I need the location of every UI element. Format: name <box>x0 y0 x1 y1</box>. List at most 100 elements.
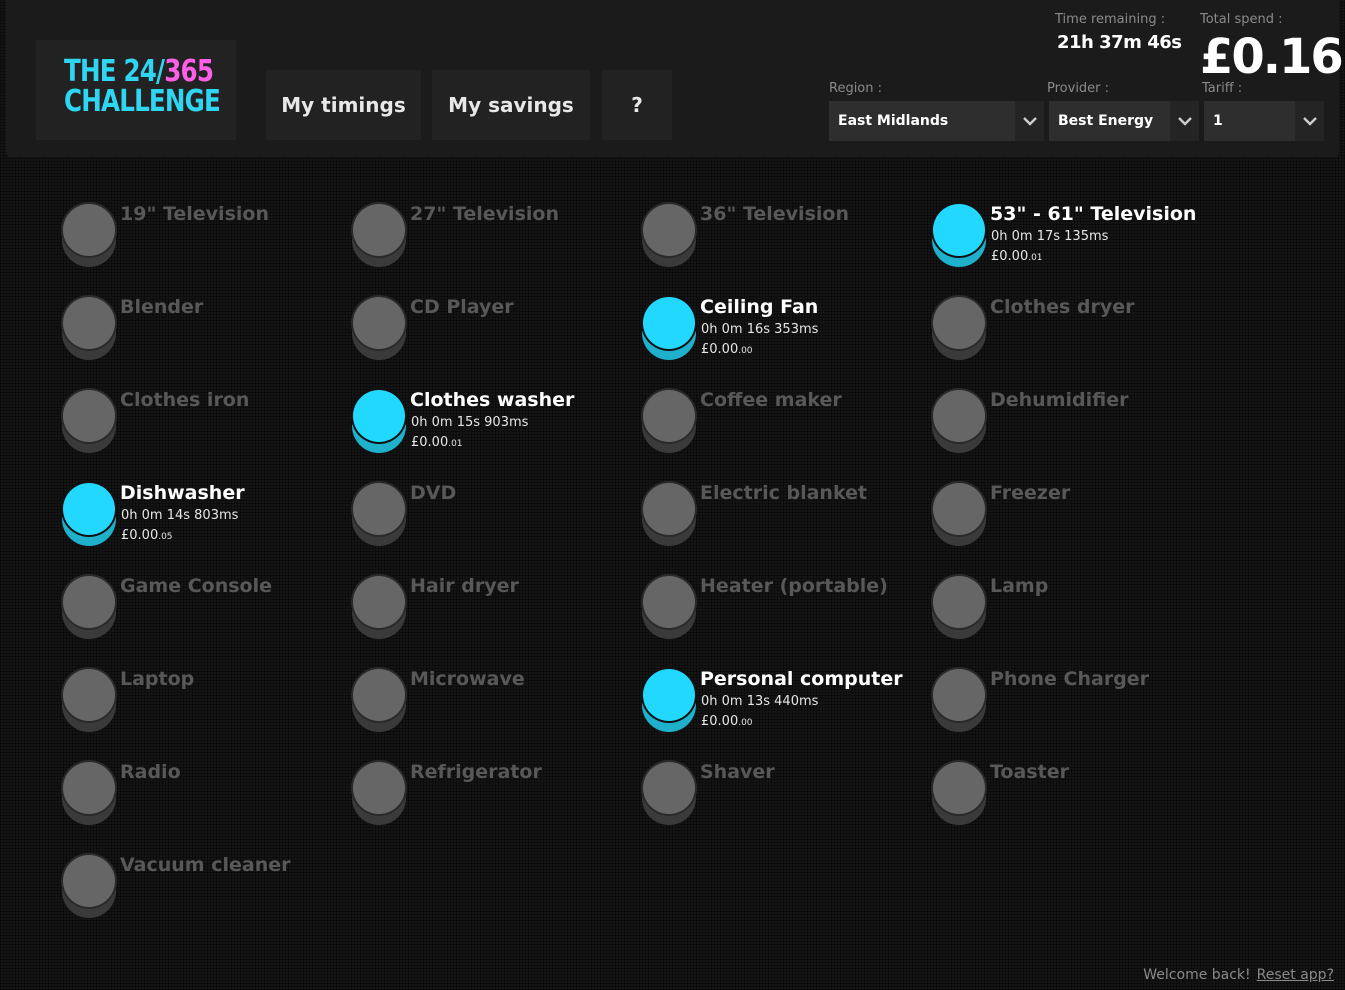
appliance-name: Phone Charger <box>990 668 1150 690</box>
appliance-name: Personal computer <box>700 668 903 690</box>
time-remaining-label: Time remaining : <box>1055 12 1166 27</box>
appliance-toggle[interactable]: Shaver <box>642 761 922 841</box>
region-select[interactable]: East Midlands <box>829 101 1044 141</box>
toggle-knob-icon <box>352 203 406 269</box>
appliance-cost-fraction: .05 <box>158 532 173 542</box>
toggle-knob-icon <box>62 389 116 455</box>
appliance-name: Microwave <box>410 668 525 690</box>
appliance-toggle[interactable]: Microwave <box>352 668 632 748</box>
toggle-knob-icon <box>932 389 986 455</box>
appliance-cost-fraction: .00 <box>738 346 753 356</box>
reset-app-link[interactable]: Reset app? <box>1257 967 1334 983</box>
toggle-knob-icon <box>352 389 406 455</box>
time-remaining-value: 21h 37m 46s <box>1057 32 1182 53</box>
appliance-name: 19" Television <box>120 203 269 225</box>
appliance-cost-fraction: .01 <box>1028 253 1043 263</box>
appliance-name: 53" - 61" Television <box>990 203 1197 225</box>
appliance-toggle[interactable]: Clothes iron <box>62 389 342 469</box>
appliance-cost: £0.00.01 <box>991 249 1043 264</box>
appliance-toggle[interactable]: Hair dryer <box>352 575 632 655</box>
appliance-name: Radio <box>120 761 181 783</box>
appliance-cost-main: £0.00 <box>701 342 739 357</box>
toggle-knob-icon <box>932 482 986 548</box>
appliance-time: 0h 0m 13s 440ms <box>701 694 819 709</box>
toggle-knob-icon <box>352 482 406 548</box>
toggle-knob-icon <box>932 296 986 362</box>
appliance-toggle[interactable]: Electric blanket <box>642 482 922 562</box>
appliance-cost: £0.00.05 <box>121 528 173 543</box>
chevron-down-icon <box>1295 101 1324 141</box>
toggle-knob-icon <box>62 854 116 920</box>
app-logo[interactable]: THE 24/365 CHALLENGE <box>36 40 236 140</box>
appliance-toggle[interactable]: Radio <box>62 761 342 841</box>
appliance-toggle[interactable]: Refrigerator <box>352 761 632 841</box>
appliance-toggle[interactable]: Personal computer 0h 0m 13s 440ms £0.00.00 <box>642 668 922 748</box>
appliance-toggle[interactable]: 19" Television <box>62 203 342 283</box>
appliance-toggle[interactable]: 27" Television <box>352 203 632 283</box>
toggle-knob-icon <box>62 761 116 827</box>
toggle-knob-icon <box>62 482 116 548</box>
toggle-knob-icon <box>352 575 406 641</box>
tariff-select[interactable]: 1 <box>1204 101 1324 141</box>
toggle-knob-icon <box>62 296 116 362</box>
appliance-toggle[interactable]: Ceiling Fan 0h 0m 16s 353ms £0.00.00 <box>642 296 922 376</box>
appliance-toggle[interactable]: Game Console <box>62 575 342 655</box>
appliance-name: Heater (portable) <box>700 575 888 597</box>
toggle-knob-icon <box>62 668 116 734</box>
appliance-toggle[interactable]: Freezer <box>932 482 1212 562</box>
provider-select-value: Best Energy <box>1058 113 1154 129</box>
appliance-toggle[interactable]: Vacuum cleaner <box>62 854 342 934</box>
appliance-toggle[interactable]: Coffee maker <box>642 389 922 469</box>
appliance-toggle[interactable]: Clothes washer 0h 0m 15s 903ms £0.00.01 <box>352 389 632 469</box>
appliance-time: 0h 0m 14s 803ms <box>121 508 239 523</box>
region-select-value: East Midlands <box>838 113 949 129</box>
appliance-toggle[interactable]: Dishwasher 0h 0m 14s 803ms £0.00.05 <box>62 482 342 562</box>
toggle-knob-icon <box>932 761 986 827</box>
toggle-knob-icon <box>642 575 696 641</box>
my-savings-button[interactable]: My savings <box>432 70 590 140</box>
toggle-knob-icon <box>932 668 986 734</box>
appliance-name: Dehumidifier <box>990 389 1129 411</box>
appliance-cost-fraction: .00 <box>738 718 753 728</box>
appliance-name: Coffee maker <box>700 389 842 411</box>
provider-label: Provider : <box>1047 81 1110 96</box>
appliance-toggle[interactable]: Dehumidifier <box>932 389 1212 469</box>
appliance-name: Clothes iron <box>120 389 250 411</box>
toggle-knob-icon <box>642 389 696 455</box>
tariff-select-value: 1 <box>1213 113 1223 129</box>
appliance-toggle[interactable]: Lamp <box>932 575 1212 655</box>
appliance-name: Freezer <box>990 482 1071 504</box>
appliance-toggle[interactable]: CD Player <box>352 296 632 376</box>
appliance-toggle[interactable]: Laptop <box>62 668 342 748</box>
appliance-name: 36" Television <box>700 203 849 225</box>
appliance-name: Toaster <box>990 761 1069 783</box>
appliance-toggle[interactable]: Toaster <box>932 761 1212 841</box>
appliance-toggle[interactable]: 53" - 61" Television 0h 0m 17s 135ms £0.00… <box>932 203 1212 283</box>
appliance-name: Vacuum cleaner <box>120 854 291 876</box>
appliance-cost: £0.00.01 <box>411 435 463 450</box>
appliance-toggle[interactable]: Phone Charger <box>932 668 1212 748</box>
appliance-cost-main: £0.00 <box>991 249 1029 264</box>
toggle-knob-icon <box>352 761 406 827</box>
appliance-name: 27" Television <box>410 203 559 225</box>
appliance-cost-main: £0.00 <box>701 714 739 729</box>
appliance-name: Blender <box>120 296 204 318</box>
appliance-toggle[interactable]: 36" Television <box>642 203 922 283</box>
appliance-name: Dishwasher <box>120 482 245 504</box>
appliance-toggle[interactable]: Blender <box>62 296 342 376</box>
help-button[interactable]: ? <box>602 70 672 140</box>
toggle-knob-icon <box>932 575 986 641</box>
toggle-knob-icon <box>352 668 406 734</box>
appliance-name: CD Player <box>410 296 514 318</box>
appliance-toggle[interactable]: DVD <box>352 482 632 562</box>
appliance-toggle[interactable]: Clothes dryer <box>932 296 1212 376</box>
appliance-name: Lamp <box>990 575 1049 597</box>
appliance-name: Ceiling Fan <box>700 296 819 318</box>
appliance-name: Clothes washer <box>410 389 575 411</box>
chevron-down-icon <box>1170 101 1199 141</box>
my-timings-button[interactable]: My timings <box>266 70 421 140</box>
welcome-text: Welcome back! <box>1143 967 1251 983</box>
appliance-toggle[interactable]: Heater (portable) <box>642 575 922 655</box>
provider-select[interactable]: Best Energy <box>1049 101 1199 141</box>
footer: Welcome back! Reset app? <box>1143 967 1334 983</box>
